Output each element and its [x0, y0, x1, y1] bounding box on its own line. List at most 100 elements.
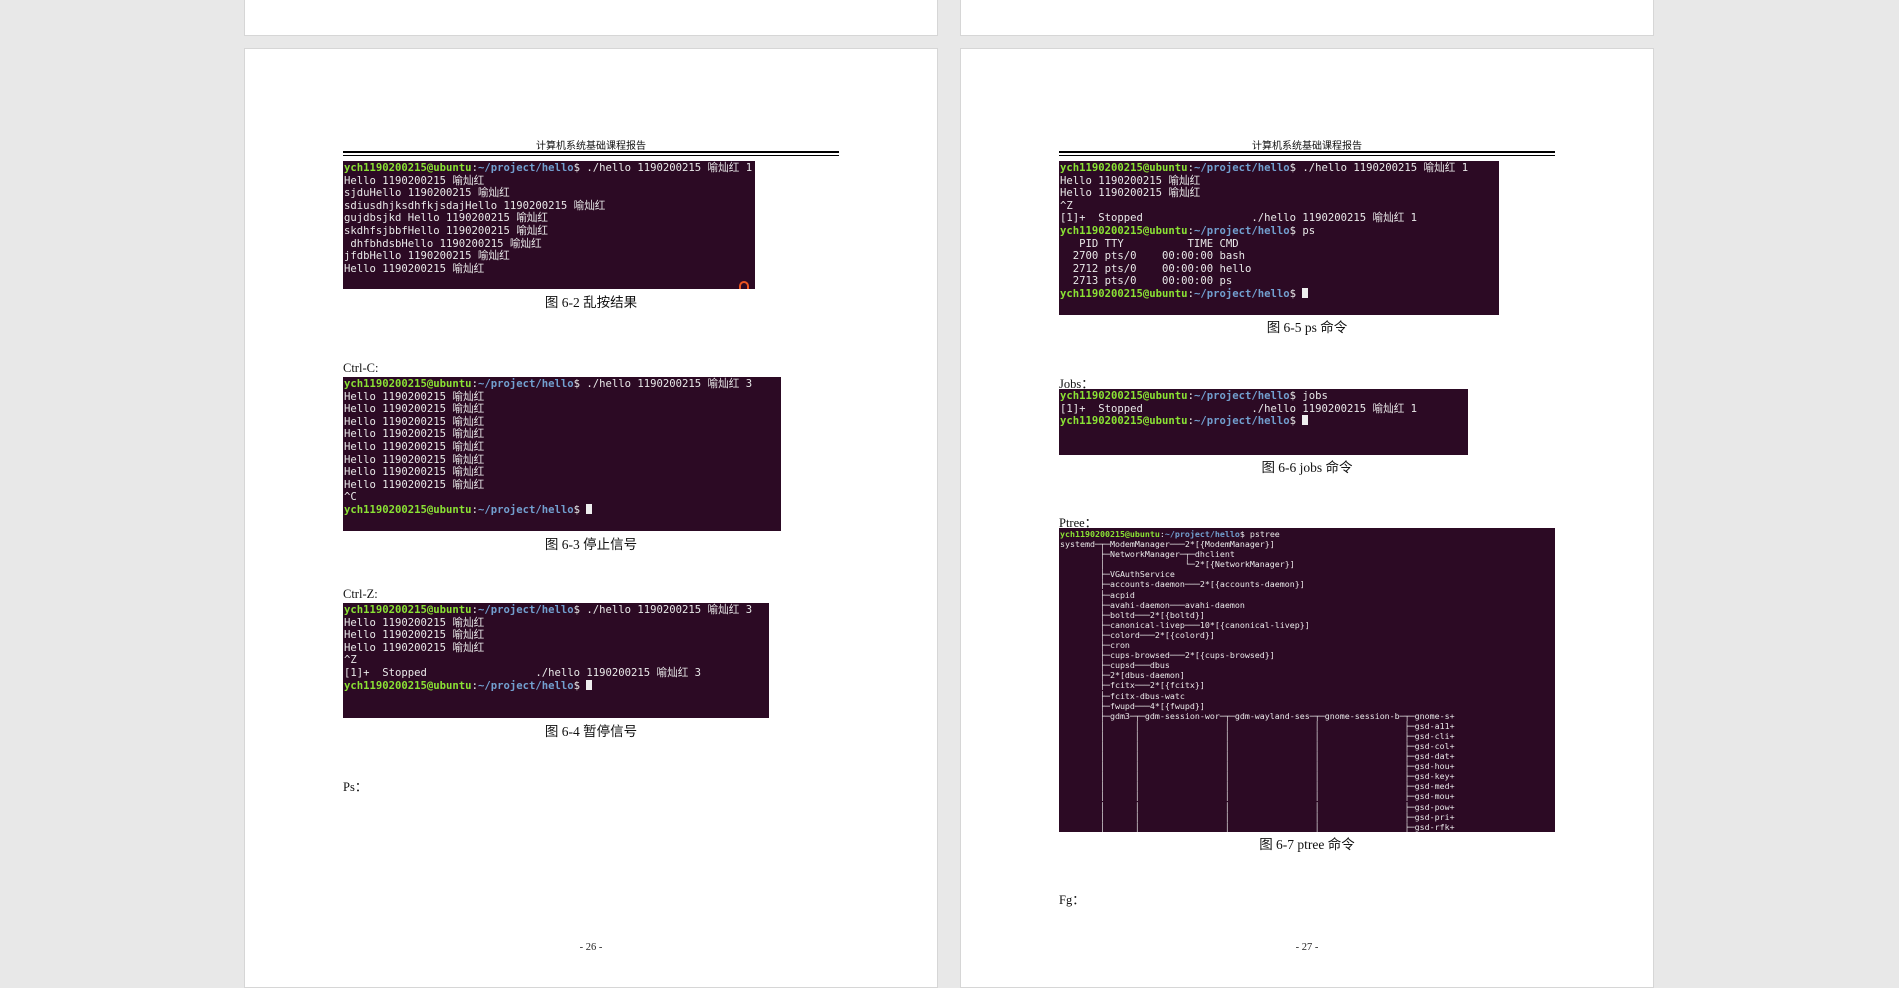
prompt-path: ~/project/hello: [478, 680, 574, 692]
terminal-prompt-line: ych1190200215@ubuntu:~/project/hello$ ps…: [1060, 529, 1555, 539]
terminal-output-line: │ │ │ │ ├─gsd-key+: [1060, 771, 1555, 781]
terminal-output-line: Hello 1190200215 喻灿红: [1060, 175, 1499, 188]
terminal-output-line: │ │ │ │ ├─gsd-pow+: [1060, 802, 1555, 812]
terminal-output-line: Hello 1190200215 喻灿红: [344, 466, 781, 479]
figure-caption: 图 6-6 jobs 命令: [961, 456, 1653, 476]
terminal-output-line: ^C: [344, 491, 781, 504]
prompt-command: $ ./hello 1190200215 喻灿红 1: [574, 162, 752, 174]
prompt-command: $: [1290, 288, 1303, 300]
prompt-user-host: ych1190200215@ubuntu: [1060, 529, 1160, 539]
terminal-output-line: Hello 1190200215 喻灿红: [344, 454, 781, 467]
terminal-prompt-line: ych1190200215@ubuntu:~/project/hello$ ./…: [344, 604, 769, 617]
terminal-output-line: │ │ │ │ ├─gsd-col+: [1060, 741, 1555, 751]
terminal-prompt-line: ych1190200215@ubuntu:~/project/hello$: [344, 504, 781, 517]
terminal-output-line: ├─accounts-daemon───2*[{accounts-daemon}…: [1060, 579, 1555, 589]
terminal-output-line: │ │ │ │ ├─gsd-hou+: [1060, 761, 1555, 771]
section-label-ps: Ps：: [343, 776, 367, 795]
terminal-output-line: Hello 1190200215 喻灿红: [344, 391, 781, 404]
terminal-output-line: ├─colord───2*[{colord}]: [1060, 630, 1555, 640]
page-number: - 26 -: [245, 942, 937, 953]
terminal-prompt-line: ych1190200215@ubuntu:~/project/hello$ jo…: [1060, 390, 1468, 403]
terminal-output-line: jfdbHello 1190200215 喻灿红: [344, 250, 755, 263]
prompt-user-host: ych1190200215@ubuntu: [344, 162, 472, 174]
figure-caption: 图 6-2 乱按结果: [245, 291, 937, 311]
prompt-path: ~/project/hello: [1194, 225, 1290, 237]
page-27: 计算机系统基础课程报告 ych1190200215@ubuntu:~/proje…: [960, 48, 1654, 988]
figure-caption: 图 6-7 ptree 命令: [961, 833, 1653, 853]
terminal-screenshot-fig-6-6: ych1190200215@ubuntu:~/project/hello$ jo…: [1059, 389, 1468, 455]
page-header-title: 计算机系统基础课程报告: [245, 137, 937, 152]
prompt-user-host: ych1190200215@ubuntu: [344, 378, 472, 390]
terminal-output-line: sjduHello 1190200215 喻灿红: [344, 187, 755, 200]
prompt-command: $: [574, 504, 587, 516]
terminal-output-line: dhfbhdsbHello 1190200215 喻灿红: [344, 238, 755, 251]
terminal-output-line: Hello 1190200215 喻灿红: [1060, 187, 1499, 200]
terminal-output-line: ├─avahi-daemon───avahi-daemon: [1060, 600, 1555, 610]
terminal-output-line: ├─NetworkManager─┬─dhclient: [1060, 549, 1555, 559]
figure-caption: 图 6-5 ps 命令: [961, 316, 1653, 336]
prompt-command: $: [574, 680, 587, 692]
terminal-output-line: Hello 1190200215 喻灿红: [344, 642, 769, 655]
terminal-output-line: 2700 pts/0 00:00:00 bash: [1060, 250, 1499, 263]
terminal-output-line: systemd─┬─ModemManager───2*[{ModemManage…: [1060, 539, 1555, 549]
previous-page-left: [244, 0, 938, 36]
prompt-command: $ ps: [1290, 225, 1316, 237]
terminal-output-line: ├─fcitx-dbus-watc: [1060, 691, 1555, 701]
header-rule: [343, 151, 839, 156]
header-rule: [1059, 151, 1555, 156]
terminal-output-line: Hello 1190200215 喻灿红: [344, 629, 769, 642]
terminal-output-line: Hello 1190200215 喻灿红: [344, 175, 755, 188]
prompt-user-host: ych1190200215@ubuntu: [1060, 288, 1188, 300]
terminal-output-line: ├─fwupd───4*[{fwupd}]: [1060, 701, 1555, 711]
prompt-command: $ jobs: [1290, 390, 1328, 402]
terminal-output-line: Hello 1190200215 喻灿红: [344, 416, 781, 429]
terminal-cursor: [1302, 415, 1308, 425]
terminal-output-line: ^Z: [344, 654, 769, 667]
prompt-path: ~/project/hello: [1165, 529, 1240, 539]
ubuntu-logo-fragment: [739, 281, 749, 289]
terminal-prompt-line: ych1190200215@ubuntu:~/project/hello$ ps: [1060, 225, 1499, 238]
terminal-output-line: │ │ │ │ ├─gsd-rfk+: [1060, 822, 1555, 832]
prompt-command: $: [1290, 415, 1303, 427]
prompt-user-host: ych1190200215@ubuntu: [1060, 390, 1188, 402]
terminal-output-line: ├─fcitx───2*[{fcitx}]: [1060, 680, 1555, 690]
prompt-command: $ ./hello 1190200215 喻灿红 3: [574, 378, 752, 390]
prompt-user-host: ych1190200215@ubuntu: [344, 680, 472, 692]
terminal-cursor: [586, 504, 592, 514]
section-label-ctrl-c: Ctrl-C:: [343, 361, 378, 376]
terminal-cursor: [1302, 288, 1308, 298]
terminal-output-line: Hello 1190200215 喻灿红: [344, 428, 781, 441]
terminal-output-line: ├─canonical-livep───10*[{canonical-livep…: [1060, 620, 1555, 630]
terminal-output-line: │ │ │ │ ├─gsd-a11+: [1060, 721, 1555, 731]
prompt-user-host: ych1190200215@ubuntu: [344, 504, 472, 516]
terminal-output-line: ├─boltd───2*[{boltd}]: [1060, 610, 1555, 620]
terminal-prompt-line: ych1190200215@ubuntu:~/project/hello$: [1060, 415, 1468, 428]
terminal-output-line: Hello 1190200215 喻灿红: [344, 441, 781, 454]
terminal-prompt-line: ych1190200215@ubuntu:~/project/hello$ ./…: [1060, 162, 1499, 175]
section-label-ctrl-z: Ctrl-Z:: [343, 587, 378, 602]
prompt-path: ~/project/hello: [478, 504, 574, 516]
prompt-user-host: ych1190200215@ubuntu: [344, 604, 472, 616]
terminal-screenshot-fig-6-2: ych1190200215@ubuntu:~/project/hello$ ./…: [343, 161, 755, 289]
terminal-output-line: Hello 1190200215 喻灿红: [344, 617, 769, 630]
prompt-path: ~/project/hello: [1194, 162, 1290, 174]
terminal-output-line: │ └─2*[{NetworkManager}]: [1060, 559, 1555, 569]
previous-page-right: [960, 0, 1654, 36]
terminal-prompt-line: ych1190200215@ubuntu:~/project/hello$: [1060, 288, 1499, 301]
prompt-path: ~/project/hello: [478, 378, 574, 390]
prompt-command: $ ./hello 1190200215 喻灿红 1: [1290, 162, 1468, 174]
prompt-path: ~/project/hello: [1194, 415, 1290, 427]
terminal-output-line: │ │ │ │ ├─gsd-med+: [1060, 781, 1555, 791]
terminal-screenshot-fig-6-4: ych1190200215@ubuntu:~/project/hello$ ./…: [343, 603, 769, 718]
figure-caption: 图 6-3 停止信号: [245, 533, 937, 553]
prompt-command: $ pstree: [1240, 529, 1280, 539]
prompt-command: $ ./hello 1190200215 喻灿红 3: [574, 604, 752, 616]
terminal-prompt-line: ych1190200215@ubuntu:~/project/hello$: [344, 680, 769, 693]
prompt-path: ~/project/hello: [1194, 390, 1290, 402]
terminal-output-line: skdhfsjbbfHello 1190200215 喻灿红: [344, 225, 755, 238]
terminal-output-line: ├─cups-browsed───2*[{cups-browsed}]: [1060, 650, 1555, 660]
terminal-screenshot-fig-6-3: ych1190200215@ubuntu:~/project/hello$ ./…: [343, 377, 781, 531]
terminal-output-line: ├─acpid: [1060, 590, 1555, 600]
terminal-screenshot-fig-6-7: ych1190200215@ubuntu:~/project/hello$ ps…: [1059, 528, 1555, 832]
page-number: - 27 -: [961, 942, 1653, 953]
